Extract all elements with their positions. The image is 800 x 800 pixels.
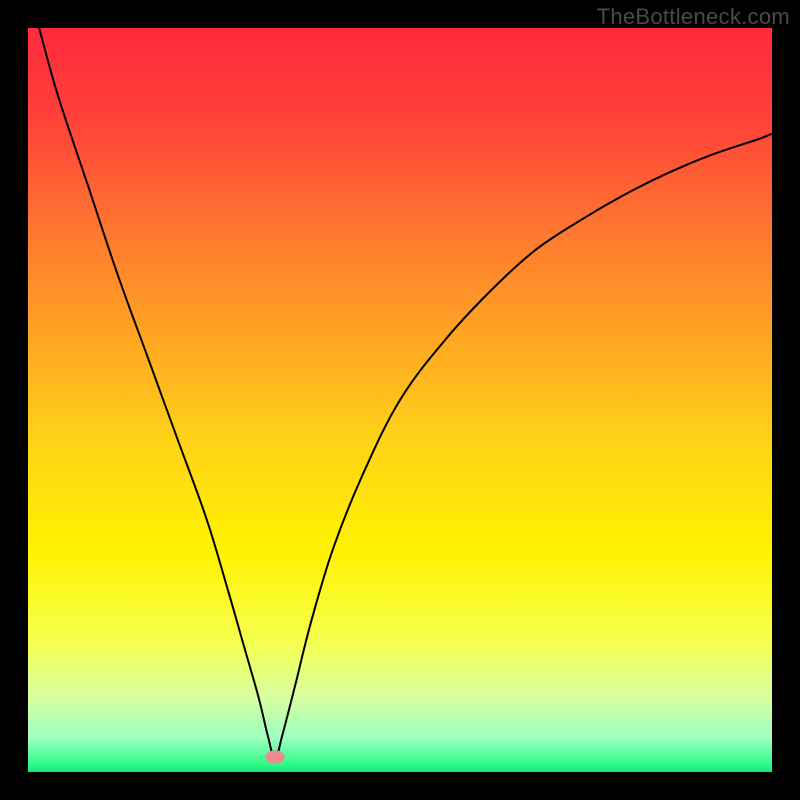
optimal-marker [265,750,284,763]
chart-svg [28,28,772,772]
plot-area [28,28,772,772]
chart-frame: TheBottleneck.com [0,0,800,800]
watermark-text: TheBottleneck.com [597,4,790,30]
